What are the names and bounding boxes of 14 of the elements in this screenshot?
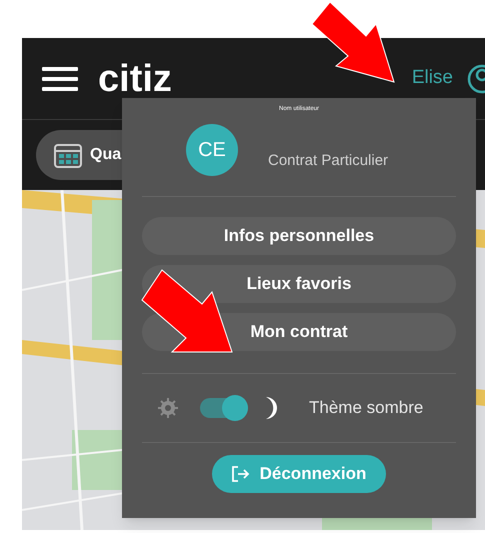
sun-icon [158,398,178,418]
avatar: CE [186,124,238,176]
menu-item-button[interactable]: Infos personnelles [142,217,456,255]
app-logo: citiz [98,60,172,98]
logout-icon [232,466,250,482]
calendar-icon [54,142,82,168]
menu-item-button[interactable]: Lieux favoris [142,265,456,303]
theme-label: Thème sombre [309,397,424,420]
menu-icon[interactable] [42,66,78,92]
username-link[interactable]: Elise [412,64,453,93]
chip-label: Qua [90,145,122,165]
user-icon[interactable] [467,64,485,94]
contract-label: Contrat Particulier [268,151,388,171]
theme-toggle[interactable] [200,398,248,418]
